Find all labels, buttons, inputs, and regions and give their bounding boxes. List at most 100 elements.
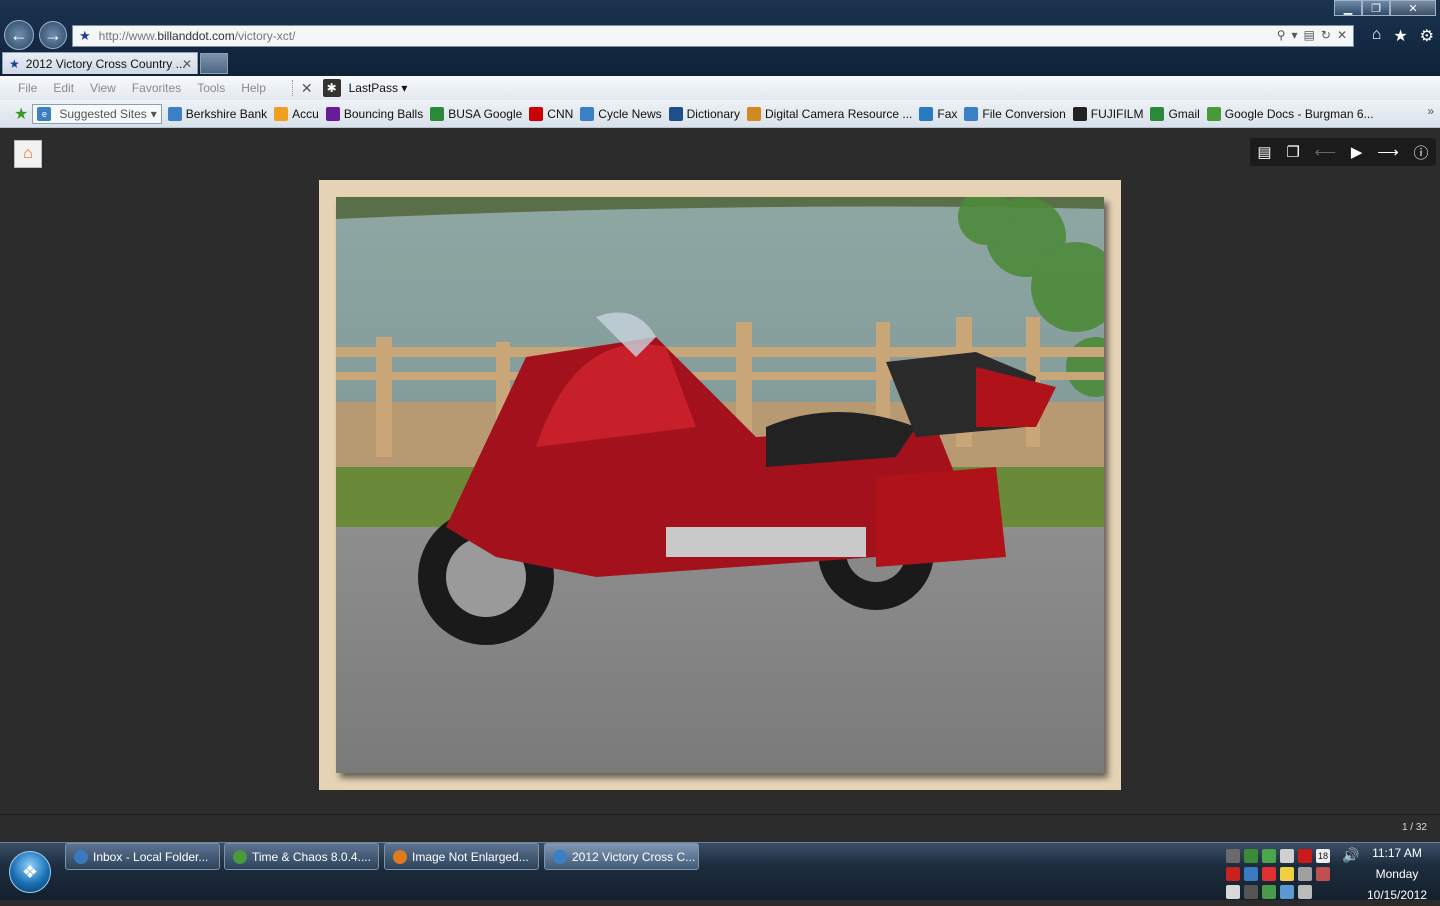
tray-printer-icon[interactable] xyxy=(1226,849,1240,863)
tab-active[interactable]: ★ 2012 Victory Cross Country ... ✕ xyxy=(2,52,198,74)
menu-view[interactable]: View xyxy=(82,81,124,95)
taskbar-button-label: Image Not Enlarged... xyxy=(412,849,529,864)
viewer-controls: ▤ ❐ ⟵ ▶ ⟶ ⓘ xyxy=(1250,138,1436,166)
home-icon[interactable]: ⌂ xyxy=(1372,26,1382,46)
favorite-item[interactable]: Bouncing Balls xyxy=(325,106,423,121)
favorite-item[interactable]: Fax xyxy=(919,106,958,121)
cnn-icon xyxy=(529,106,544,121)
search-icon[interactable]: ⚲ xyxy=(1277,28,1286,42)
favorites-bar: ★ e Suggested Sites ▾ Berkshire Bank Accu… xyxy=(0,100,1440,128)
taskbar-button[interactable]: Image Not Enlarged... xyxy=(384,843,539,870)
clock-day: Monday xyxy=(1375,867,1419,881)
favorite-item[interactable]: Gmail xyxy=(1150,106,1200,121)
compatibility-icon[interactable]: ▤ xyxy=(1304,28,1315,42)
favorite-item[interactable]: CNN xyxy=(529,106,573,121)
address-bar[interactable]: ★ http://www. billanddot.com /victory-xc… xyxy=(72,25,1354,47)
gear-icon xyxy=(747,106,761,121)
info-icon[interactable]: ⓘ xyxy=(1414,142,1429,163)
minimize-button[interactable]: ▁ xyxy=(1334,0,1362,16)
start-button[interactable]: ❖ xyxy=(9,851,51,893)
volume-icon[interactable]: 🔊 xyxy=(1342,847,1359,864)
tray-music-icon[interactable] xyxy=(1280,885,1294,899)
photo-illustration xyxy=(336,197,1104,773)
tray-check-icon[interactable] xyxy=(1262,849,1276,863)
tray-app-icon[interactable] xyxy=(1316,867,1330,881)
fullscreen-icon[interactable]: ❐ xyxy=(1286,143,1299,161)
taskbar-button[interactable]: Inbox - Local Folder... xyxy=(65,843,220,870)
favorite-label: Gmail xyxy=(1168,106,1200,121)
refresh-icon[interactable]: ↻ xyxy=(1321,28,1331,42)
favorite-label: Fax xyxy=(937,106,958,121)
tray-folder-icon[interactable] xyxy=(1280,867,1294,881)
chevron-more-icon[interactable]: » xyxy=(1427,104,1434,118)
ie-page-icon xyxy=(167,106,182,121)
next-icon[interactable]: ⟶ xyxy=(1377,143,1399,161)
yahoo-icon xyxy=(325,106,340,121)
favorite-label: File Conversion xyxy=(982,106,1066,121)
menu-edit[interactable]: Edit xyxy=(45,81,82,95)
favorite-item[interactable]: Accu xyxy=(274,106,319,121)
favorite-label: Dictionary xyxy=(686,106,740,121)
restore-button[interactable]: ❐ xyxy=(1362,0,1390,16)
tray-device-icon[interactable] xyxy=(1244,885,1258,899)
url-domain: billanddot.com xyxy=(157,29,235,43)
prev-icon[interactable]: ⟵ xyxy=(1315,143,1337,161)
image-viewer: ⌂ ▤ ❐ ⟵ ▶ ⟶ ⓘ xyxy=(0,129,1440,814)
clock[interactable]: 11:17 AM Monday 10/15/2012 xyxy=(1366,843,1428,906)
new-tab-button[interactable] xyxy=(200,53,228,74)
tray-green-icon[interactable] xyxy=(1262,885,1276,899)
settings-gear-icon[interactable]: ⚙ xyxy=(1420,26,1434,46)
photo-frame xyxy=(319,180,1121,790)
tray-wifi-icon[interactable] xyxy=(1298,885,1312,899)
menu-help[interactable]: Help xyxy=(233,81,274,95)
suggested-sites-button[interactable]: e Suggested Sites ▾ xyxy=(32,103,162,124)
taskbar-button[interactable]: 2012 Victory Cross C... xyxy=(544,843,699,870)
close-window-button[interactable]: ✕ xyxy=(1390,0,1436,16)
favorite-item[interactable]: Cycle News xyxy=(580,106,662,121)
favorite-item[interactable]: Berkshire Bank xyxy=(167,106,267,121)
window-controls: ▁ ❐ ✕ xyxy=(1334,0,1436,16)
gallery-home-button[interactable]: ⌂ xyxy=(14,140,42,168)
arrow-left-icon: ← xyxy=(10,24,28,45)
tray-network-icon[interactable] xyxy=(1244,867,1258,881)
windows-logo-icon: ❖ xyxy=(21,861,39,882)
thumbnails-icon[interactable]: ▤ xyxy=(1257,143,1271,161)
taskbar-button[interactable]: Time & Chaos 8.0.4.... xyxy=(224,843,379,870)
image-counter-bar: 1 / 32 xyxy=(0,814,1440,842)
close-toolbar-icon[interactable]: ✕ xyxy=(301,80,313,97)
dropdown-icon[interactable]: ▾ xyxy=(1292,28,1298,42)
back-button[interactable]: ← xyxy=(4,20,34,50)
tray-calendar-badge[interactable]: 18 xyxy=(1316,849,1330,863)
address-controls: ⚲ ▾ ▤ ↻ ✕ xyxy=(1277,28,1347,42)
forward-button[interactable]: → xyxy=(39,21,67,49)
favorite-item[interactable]: Google Docs - Burgman 6... xyxy=(1206,106,1374,121)
play-icon[interactable]: ▶ xyxy=(1351,143,1363,161)
tray-shield-icon[interactable] xyxy=(1226,867,1240,881)
tray-drive-icon[interactable] xyxy=(1280,849,1294,863)
lastpass-menu[interactable]: LastPass ▾ xyxy=(349,81,408,95)
favorites-add-icon[interactable]: ★ xyxy=(14,104,28,124)
tray-lock-icon[interactable] xyxy=(1226,885,1240,899)
tray-c-icon[interactable] xyxy=(1298,849,1312,863)
tray-security-icon[interactable] xyxy=(1262,867,1276,881)
tray-mail-icon[interactable] xyxy=(1244,849,1258,863)
favorite-label: Google Docs - Burgman 6... xyxy=(1224,106,1374,121)
favorite-item[interactable]: FUJIFILM xyxy=(1072,106,1143,121)
favorite-item[interactable]: BUSA Google xyxy=(430,106,522,121)
url-path: /victory-xct/ xyxy=(234,29,296,43)
menu-file[interactable]: File xyxy=(10,81,45,95)
app-icon xyxy=(393,849,407,864)
menu-tools[interactable]: Tools xyxy=(189,81,233,95)
motorcycle-photo[interactable] xyxy=(336,197,1104,773)
menu-favorites[interactable]: Favorites xyxy=(124,81,189,95)
favorite-item[interactable]: Dictionary xyxy=(668,106,740,121)
tray-tool-icon[interactable] xyxy=(1298,867,1312,881)
close-tab-icon[interactable]: ✕ xyxy=(182,57,192,71)
favorite-item[interactable]: Digital Camera Resource ... xyxy=(747,106,913,121)
favorites-star-icon[interactable]: ★ xyxy=(1393,26,1407,46)
stop-icon[interactable]: ✕ xyxy=(1337,28,1347,42)
toolbar-separator xyxy=(291,80,293,96)
favorite-label: Digital Camera Resource ... xyxy=(765,106,913,121)
tab-favicon-icon: ★ xyxy=(9,56,20,71)
favorite-item[interactable]: File Conversion xyxy=(964,106,1066,121)
